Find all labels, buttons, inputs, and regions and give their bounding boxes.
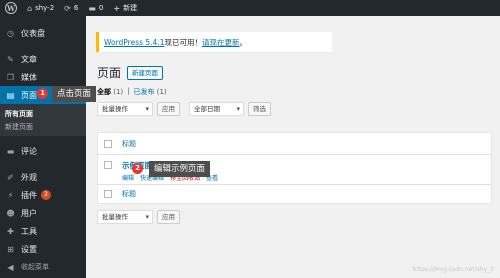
sidebar-item-label: 评论 (21, 146, 37, 156)
pages-submenu: 所有页面 新建页面 (0, 104, 86, 136)
column-title-header[interactable]: 标题 (122, 139, 136, 149)
comment-bubble-icon: ▬ (88, 3, 96, 13)
view-all-link[interactable]: 全部 (97, 88, 111, 96)
bottom-bulk-action-select[interactable]: 批量操作 (97, 210, 153, 224)
plugins-update-badge: 2 (41, 190, 51, 200)
sidebar-item-label: 仪表盘 (21, 28, 45, 38)
edit-link[interactable]: 编辑 (122, 173, 134, 182)
wordpress-version-link[interactable]: WordPress 5.4.1 (104, 38, 164, 47)
updates-count: 6 (73, 4, 79, 12)
wordpress-logo-icon: W (5, 2, 17, 14)
user-icon: ☻ (6, 208, 15, 218)
sidebar-item-label: 外观 (21, 172, 37, 182)
comments-count: 0 (98, 4, 104, 12)
select-all-checkbox-footer[interactable] (104, 190, 112, 198)
notice-text: 现已可用！ (164, 37, 202, 47)
comment-icon: ▬ (6, 146, 15, 156)
site-name: shy-2 (35, 4, 55, 12)
sidebar-item-label: 工具 (21, 226, 37, 236)
main-content: WordPress 5.4.1 现已可用！ 请现在更新 。 页面 新建页面 全部… (86, 16, 500, 278)
new-label: 新建 (123, 4, 138, 12)
row-checkbox[interactable] (104, 161, 112, 169)
update-notice: WordPress 5.4.1 现已可用！ 请现在更新 。 (96, 32, 332, 52)
pin-icon: ✎ (7, 54, 14, 64)
dashboard-icon: ◷ (7, 28, 14, 38)
update-now-link[interactable]: 请现在更新 (202, 37, 240, 48)
submenu-new-page[interactable]: 新建页面 (0, 120, 86, 133)
table-header-row: 标题 (98, 133, 491, 155)
sidebar-item-label: 页面 (21, 90, 37, 100)
bottom-apply-button[interactable]: 应用 (157, 210, 180, 224)
settings-icon: ⊞ (7, 244, 14, 254)
sidebar-item-label: 插件 (21, 190, 37, 200)
callout-two-label: 编辑示例页面 (149, 161, 211, 177)
add-new-page-button[interactable]: 新建页面 (127, 66, 163, 80)
bottom-filter-bar: 批量操作 应用 (97, 210, 180, 224)
views-divider: | (127, 87, 130, 95)
sidebar-item-media[interactable]: ❐ 媒体 (0, 68, 86, 86)
watermark: https://blog.csdn.net/shy_2 (412, 266, 494, 273)
sidebar-item-settings[interactable]: ⊞ 设置 (0, 240, 86, 258)
view-all-count: (1) (113, 88, 124, 96)
wrench-icon: ✚ (7, 226, 14, 236)
sidebar-item-label: 用户 (21, 208, 37, 218)
admin-bar: W ⌂ shy-2 ⟳ 6 ▬ 0 + 新建 (0, 0, 500, 16)
bulk-action-select[interactable]: 批量操作 (97, 102, 153, 116)
view-published-link[interactable]: 已发布 (134, 88, 155, 96)
callout-one-number: 1 (37, 88, 48, 99)
sidebar-item-tools[interactable]: ✚ 工具 (0, 222, 86, 240)
sidebar-item-plugins[interactable]: ⚡ 插件 2 (0, 186, 86, 204)
column-title-footer[interactable]: 标题 (122, 189, 136, 199)
page-title: 页面 (97, 66, 122, 80)
comments-menu[interactable]: ▬ 0 (83, 0, 108, 16)
sidebar-item-label: 媒体 (21, 72, 37, 82)
new-content-menu[interactable]: + 新建 (108, 0, 142, 16)
plus-icon: + (113, 3, 121, 13)
filter-button[interactable]: 筛选 (248, 102, 271, 116)
plugin-icon: ⚡ (7, 190, 14, 200)
collapse-icon: ◀ (7, 262, 14, 272)
updates-menu[interactable]: ⟳ 6 (59, 0, 83, 16)
top-filter-bar: 批量操作 应用 全部日期 筛选 (97, 102, 271, 116)
wp-logo-menu[interactable]: W (0, 0, 22, 16)
updates-icon: ⟳ (64, 3, 71, 13)
media-icon: ❐ (6, 72, 15, 82)
sidebar-item-posts[interactable]: ✎ 文章 (0, 50, 86, 68)
sidebar-item-label: 设置 (21, 244, 37, 254)
sidebar-item-comments[interactable]: ▬ 评论 (0, 142, 86, 160)
select-all-checkbox[interactable] (104, 139, 112, 148)
view-published-count: (1) (156, 88, 167, 96)
sidebar-collapse-menu[interactable]: ◀ 收起菜单 (0, 258, 86, 276)
site-name-menu[interactable]: ⌂ shy-2 (22, 0, 59, 16)
callout-two-number: 2 (132, 163, 143, 174)
apply-button[interactable]: 应用 (157, 102, 180, 116)
submenu-all-pages[interactable]: 所有页面 (0, 107, 86, 120)
sidebar-item-appearance[interactable]: ✐ 外观 (0, 168, 86, 186)
page-icon: ▤ (6, 90, 15, 100)
sidebar-item-label: 文章 (21, 54, 37, 64)
date-filter-select[interactable]: 全部日期 (189, 102, 244, 116)
sidebar-item-dashboard[interactable]: ◷ 仪表盘 (0, 24, 86, 42)
status-views: 全部 (1) | 已发布 (1) (97, 87, 167, 97)
notice-suffix: 。 (239, 37, 247, 47)
sidebar-item-label: 收起菜单 (21, 263, 49, 271)
admin-sidebar: ◷ 仪表盘 ✎ 文章 ❐ 媒体 ▤ 页面 所有页面 新建页面 ▬ 评论 ✐ 外观… (0, 16, 86, 278)
sidebar-item-users[interactable]: ☻ 用户 (0, 204, 86, 222)
table-footer-row: 标题 (98, 185, 491, 203)
home-icon: ⌂ (27, 3, 33, 13)
brush-icon: ✐ (7, 172, 14, 182)
